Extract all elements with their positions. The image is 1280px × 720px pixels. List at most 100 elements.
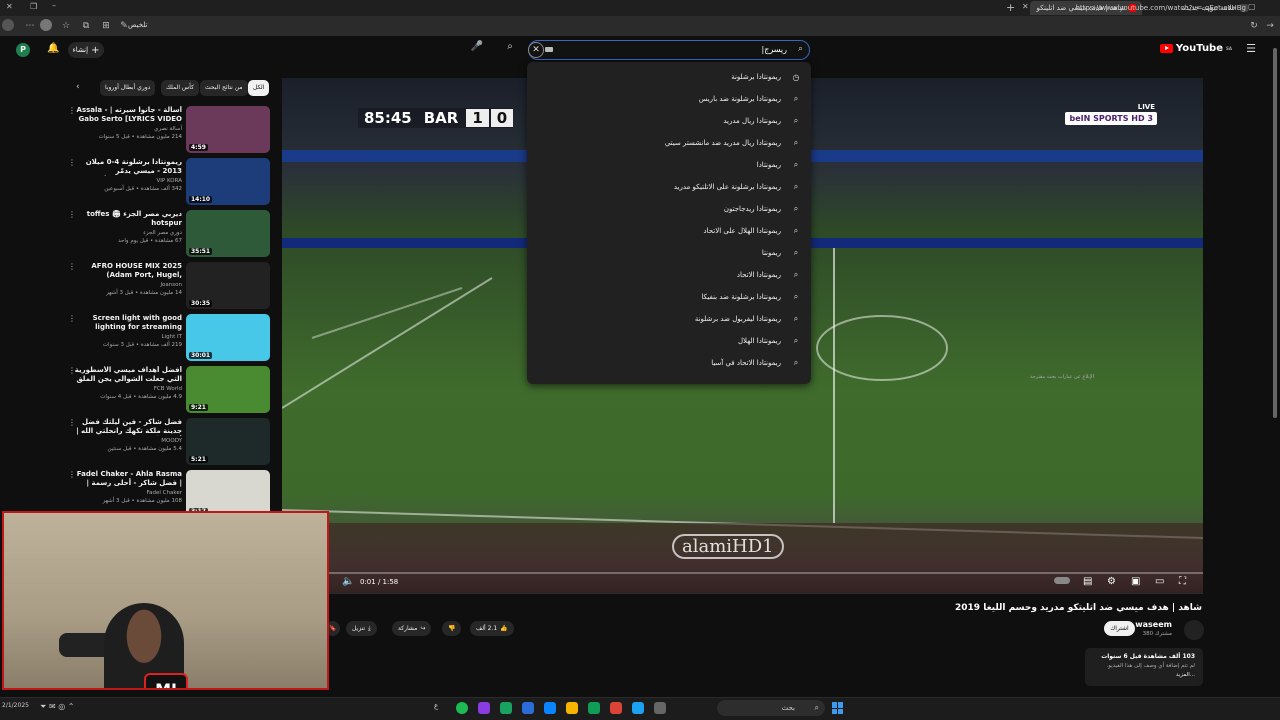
description-box[interactable]: 103 ألف مشاهدة قبل 6 سنوات لم تتم إضافة … xyxy=(1085,648,1203,686)
related-video-item[interactable]: 35:51 ديربي مصر الجزء 🏟 toffes hotspur دور… xyxy=(60,210,272,258)
related-video-channel[interactable]: Joanson xyxy=(72,282,182,288)
related-video-channel[interactable]: FCB World xyxy=(72,386,182,392)
more-options-icon[interactable]: ⋮ xyxy=(68,314,76,323)
profile-icon[interactable] xyxy=(2,19,14,31)
related-video-channel[interactable]: أسالة نصري xyxy=(72,126,182,132)
theater-mode-icon[interactable]: ▭ xyxy=(1155,576,1164,587)
window-close-icon[interactable]: ✕ xyxy=(6,2,13,11)
search-suggestion-item[interactable]: ⌕ ريمونتادا xyxy=(757,154,801,176)
summarize-label[interactable]: تلخيص xyxy=(128,21,147,29)
youtube-logo[interactable]: YouTube SA xyxy=(1159,43,1232,54)
chip-kings-cup[interactable]: كأس الملك xyxy=(161,80,199,96)
spotify-icon[interactable] xyxy=(456,702,468,714)
more-options-icon[interactable]: ⋮ xyxy=(68,418,76,427)
subscribe-button[interactable]: اشتراك xyxy=(1104,621,1135,636)
search-suggestion-item[interactable]: ⌕ ريمونتادا الهلال xyxy=(738,330,801,352)
notifications-bell-icon[interactable]: 🔔 xyxy=(47,43,59,54)
search-suggestion-item[interactable]: ⌕ ريمونتادا ريدجاجتون xyxy=(724,198,801,220)
twitter-icon[interactable] xyxy=(632,702,644,714)
related-video-item[interactable]: 4:59 أسالة - جانوا سيرته | Assala - Gabo … xyxy=(60,106,272,154)
video-thumbnail[interactable]: 3:17 xyxy=(186,470,270,517)
language-indicator[interactable]: ع xyxy=(434,702,438,710)
related-video-title[interactable]: AFRO HOUSE MIX 2025 (Adam Port, Hugel, K… xyxy=(72,262,182,280)
search-suggestion-item[interactable]: ⌕ ريمونتادا الهلال على الاتحاد xyxy=(704,220,801,242)
more-options-icon[interactable]: ⋮ xyxy=(68,158,76,167)
window-minimize-icon[interactable]: – xyxy=(52,1,56,10)
related-video-channel[interactable]: دوري مصر الجزء xyxy=(72,230,182,236)
search-button[interactable]: ⌕ xyxy=(500,41,520,59)
video-thumbnail[interactable]: 5:21 xyxy=(186,418,270,465)
search-suggestion-item[interactable]: ⌕ ريمونتا xyxy=(762,242,801,264)
related-video-title[interactable]: ريمونتادا برشلونة 4-0 ميلان 2013 - ميسي … xyxy=(72,158,182,176)
download-button[interactable]: ⤓ تنزيل xyxy=(346,621,377,636)
system-tray-icons[interactable]: ⏷ ✉ ◎ ⌃ xyxy=(40,702,74,712)
report-suggestions-link[interactable]: الإبلاغ عن عبارات بحث مقترحة xyxy=(1030,374,1094,380)
search-suggestion-item[interactable]: ⌕ ريمونتادا برشلونة ضد باريس xyxy=(699,88,801,110)
related-video-item[interactable]: 5:21 فضل شاكر - فين ليلتك فضل جدينة ملكة … xyxy=(60,418,272,466)
window-restore-icon[interactable]: ❐ xyxy=(30,2,37,11)
search-suggestion-item[interactable]: ⌕ ريمونتادا الاتحاد xyxy=(737,264,801,286)
search-suggestion-item[interactable]: ⌕ ريمونتادا الاتحاد في آسيا xyxy=(711,352,801,374)
related-video-channel[interactable]: Fadel Chaker xyxy=(72,490,182,496)
taskbar-search[interactable]: بحث ⌕ xyxy=(717,700,825,716)
url-field[interactable]: https://www.youtube.com/watch?v=-qEet-ec… xyxy=(1075,4,1246,12)
video-thumbnail[interactable]: 35:51 xyxy=(186,210,270,257)
volume-icon[interactable]: 🔈 xyxy=(342,576,354,587)
collections-icon[interactable]: ⊞ xyxy=(100,19,112,33)
related-video-item[interactable]: 14:10 ريمونتادا برشلونة 4-0 ميلان 2013 - … xyxy=(60,158,272,206)
scrollbar-thumb[interactable] xyxy=(1273,48,1277,418)
reload-icon[interactable]: ↻ xyxy=(1248,19,1260,33)
related-video-item[interactable]: 30:01 Screen light with good lighting for… xyxy=(60,314,272,362)
miniplayer-icon[interactable]: ▣ xyxy=(1131,576,1140,587)
related-video-title[interactable]: أسالة - جانوا سيرته | Assala - Gabo Sert… xyxy=(72,106,182,124)
video-thumbnail[interactable]: 14:10 xyxy=(186,158,270,205)
more-options-icon[interactable]: ⋮ xyxy=(68,470,76,479)
dislike-button[interactable]: 👎 xyxy=(442,621,462,636)
related-video-title[interactable]: فضل شاكر - فين ليلتك فضل جدينة ملكة تكهك… xyxy=(72,418,182,436)
channel-avatar[interactable] xyxy=(1184,620,1204,640)
spreadsheet-icon[interactable] xyxy=(500,702,512,714)
related-video-channel[interactable]: MOODY xyxy=(72,438,182,444)
like-button[interactable]: 👍 2.1 ألف xyxy=(470,621,514,636)
keyboard-icon[interactable] xyxy=(545,47,553,52)
avatar[interactable]: P xyxy=(16,43,30,57)
related-video-title[interactable]: Screen light with good lighting for stre… xyxy=(72,314,182,332)
clear-search-icon[interactable]: ✕ xyxy=(528,42,544,58)
edge-icon[interactable] xyxy=(544,702,556,714)
tab-search-icon[interactable]: ▢ xyxy=(1248,2,1256,11)
search-suggestion-item[interactable]: ◷ ريمونتادا برشلونة xyxy=(731,66,801,88)
copilot-icon[interactable] xyxy=(588,702,600,714)
folder-icon[interactable] xyxy=(566,702,578,714)
autoplay-toggle[interactable] xyxy=(1054,576,1070,587)
video-thumbnail[interactable]: 4:59 xyxy=(186,106,270,153)
related-video-title[interactable]: أفضل أهداف ميسي الأسطورية التي جعلت الشو… xyxy=(72,366,182,384)
progress-bar[interactable] xyxy=(282,572,1203,574)
more-link[interactable]: ...المزيد xyxy=(1176,672,1195,678)
search-suggestion-item[interactable]: ⌕ ريمونتادا ليفربول ضد برشلونة xyxy=(695,308,801,330)
subtitles-icon[interactable]: ▤ xyxy=(1083,576,1092,587)
video-thumbnail[interactable]: 30:01 xyxy=(186,314,270,361)
more-menu-icon[interactable]: ⋯ xyxy=(24,19,36,33)
mail-icon[interactable] xyxy=(522,702,534,714)
voice-search-icon[interactable]: 🎤 xyxy=(469,41,485,59)
chip-all[interactable]: الكل xyxy=(248,80,270,96)
new-tab-icon[interactable]: + xyxy=(1006,1,1015,14)
chips-prev-icon[interactable]: ‹ xyxy=(76,82,80,92)
windows-start-icon[interactable] xyxy=(832,702,844,714)
search-suggestion-item[interactable]: ⌕ ريمونتادا برشلونة على الاتلتيكو مدريد xyxy=(674,176,801,198)
menu-icon[interactable]: ☰ xyxy=(1246,42,1256,55)
share-button[interactable]: ↪ مشاركة xyxy=(392,621,432,636)
favorites-icon[interactable]: ☆ xyxy=(60,19,72,33)
search-input[interactable]: ريسرج| ⌕ xyxy=(528,40,810,60)
chrome-icon[interactable] xyxy=(610,702,622,714)
create-button[interactable]: إنشاء + xyxy=(68,42,104,58)
related-video-title[interactable]: ديربي مصر الجزء 🏟 toffes hotspur xyxy=(72,210,182,228)
search-suggestion-item[interactable]: ⌕ ريمونتادا برشلونة ضد بنفيكا xyxy=(701,286,801,308)
more-options-icon[interactable]: ⋮ xyxy=(68,106,76,115)
close-tab-icon[interactable]: ✕ xyxy=(1022,2,1029,11)
app-icon[interactable] xyxy=(478,702,490,714)
search-suggestion-item[interactable]: ⌕ ريمونتادا ريال مدريد xyxy=(723,110,801,132)
related-video-item[interactable]: 30:35 AFRO HOUSE MIX 2025 (Adam Port, Hug… xyxy=(60,262,272,310)
related-video-channel[interactable]: Light IT xyxy=(72,334,182,340)
channel-name[interactable]: waseem xyxy=(1135,620,1172,629)
